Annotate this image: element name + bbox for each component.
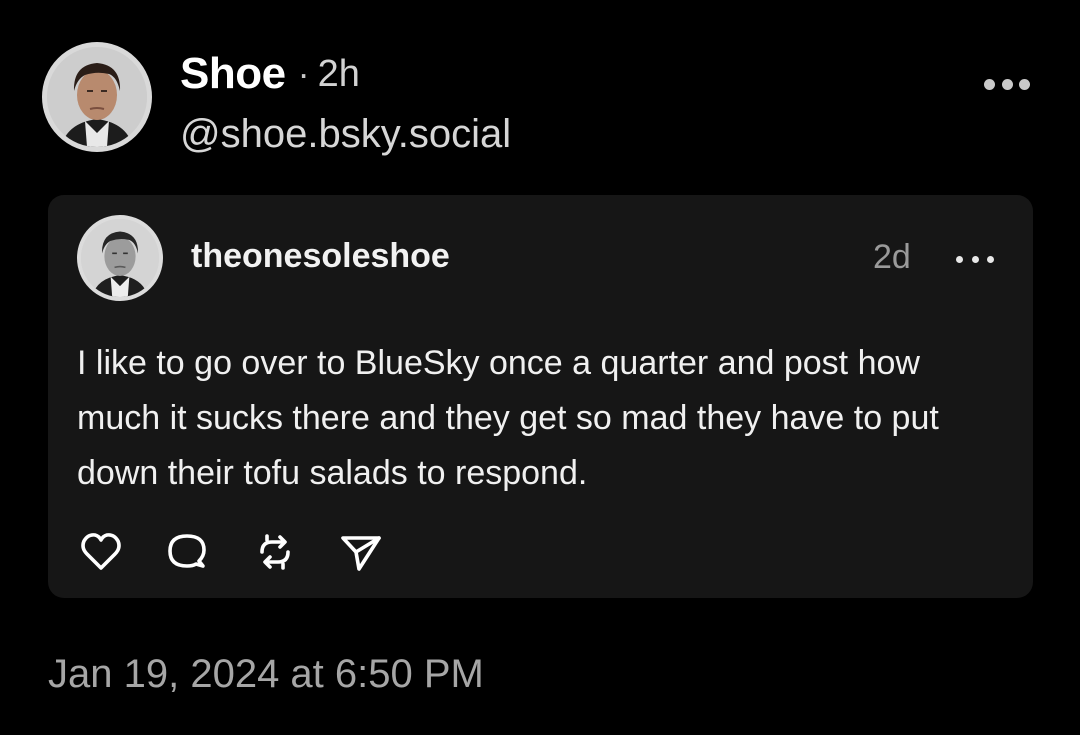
post-time-ago[interactable]: 2h [318, 53, 360, 96]
like-button[interactable] [77, 528, 125, 576]
quoted-more-options-button[interactable] [956, 252, 994, 266]
more-options-button[interactable] [984, 72, 1030, 96]
post-timestamp: Jan 19, 2024 at 6:50 PM [48, 652, 484, 696]
separator-dot: · [297, 53, 310, 94]
display-name[interactable]: Shoe [180, 49, 286, 99]
more-horizontal-icon [984, 78, 995, 90]
heart-icon [81, 533, 121, 570]
share-button[interactable] [337, 528, 385, 576]
portrait-image [47, 47, 147, 147]
author-handle[interactable]: @shoe.bsky.social [180, 112, 511, 157]
quoted-time-ago: 2d [873, 238, 911, 276]
portrait-image [81, 219, 159, 297]
quoted-username[interactable]: theonesoleshoe [191, 237, 450, 276]
send-icon [341, 536, 381, 571]
author-avatar[interactable] [42, 42, 152, 152]
quoted-post-text: I like to go over to BlueSky once a quar… [77, 344, 939, 492]
quoted-author-avatar[interactable] [77, 215, 163, 301]
reply-button[interactable] [163, 528, 211, 576]
repost-icon [260, 534, 290, 570]
repost-button[interactable] [251, 528, 299, 576]
post-header: Shoe · 2h [180, 48, 360, 100]
more-horizontal-icon [956, 255, 963, 263]
comment-icon [168, 534, 206, 568]
